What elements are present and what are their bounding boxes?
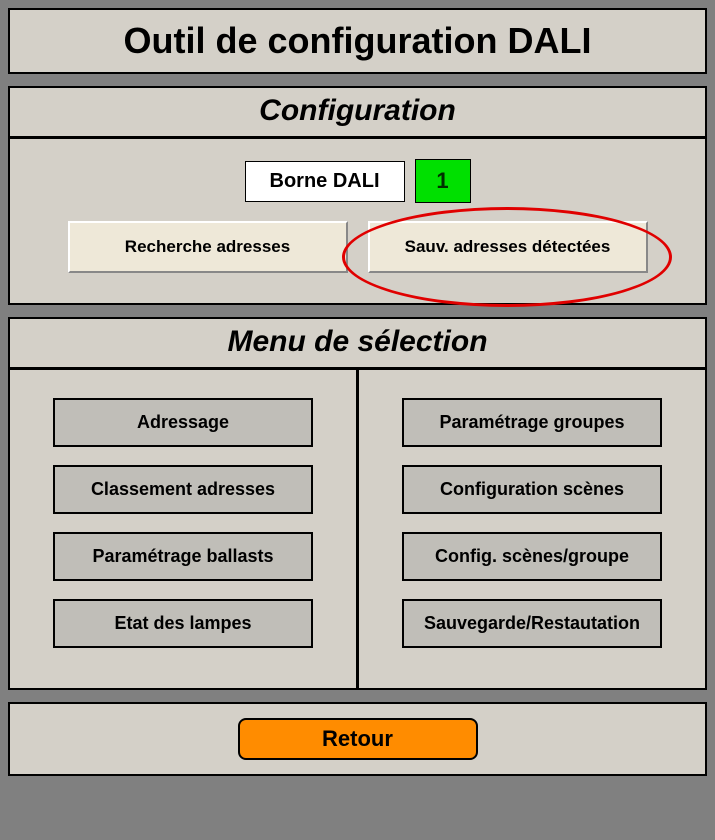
selection-menu-panel: Menu de sélection Adressage Classement a… — [8, 317, 707, 690]
menu-adressage-button[interactable]: Adressage — [53, 398, 313, 447]
borne-row: Borne DALI 1 — [30, 159, 685, 203]
menu-classement-adresses-button[interactable]: Classement adresses — [53, 465, 313, 514]
configuration-heading: Configuration — [10, 88, 705, 139]
save-detected-addresses-button[interactable]: Sauv. adresses détectées — [368, 221, 648, 273]
title-bar: Outil de configuration DALI — [8, 8, 707, 74]
borne-label: Borne DALI — [245, 161, 405, 202]
selection-body: Adressage Classement adresses Paramétrag… — [10, 370, 705, 688]
configuration-body: Borne DALI 1 Recherche adresses Sauv. ad… — [10, 139, 705, 303]
menu-parametrage-groupes-button[interactable]: Paramétrage groupes — [402, 398, 662, 447]
menu-sauvegarde-restauration-button[interactable]: Sauvegarde/Restautation — [402, 599, 662, 648]
menu-configuration-scenes-button[interactable]: Configuration scènes — [402, 465, 662, 514]
configuration-panel: Configuration Borne DALI 1 Recherche adr… — [8, 86, 707, 305]
selection-column-right: Paramétrage groupes Configuration scènes… — [359, 370, 705, 688]
search-addresses-button[interactable]: Recherche adresses — [68, 221, 348, 273]
back-button[interactable]: Retour — [238, 718, 478, 760]
borne-value: 1 — [415, 159, 471, 203]
selection-heading: Menu de sélection — [10, 319, 705, 370]
menu-config-scenes-groupe-button[interactable]: Config. scènes/groupe — [402, 532, 662, 581]
footer-panel: Retour — [8, 702, 707, 776]
menu-parametrage-ballasts-button[interactable]: Paramétrage ballasts — [53, 532, 313, 581]
page-title: Outil de configuration DALI — [20, 20, 695, 62]
menu-etat-des-lampes-button[interactable]: Etat des lampes — [53, 599, 313, 648]
config-buttons-row: Recherche adresses Sauv. adresses détect… — [30, 221, 685, 273]
selection-column-left: Adressage Classement adresses Paramétrag… — [10, 370, 359, 688]
